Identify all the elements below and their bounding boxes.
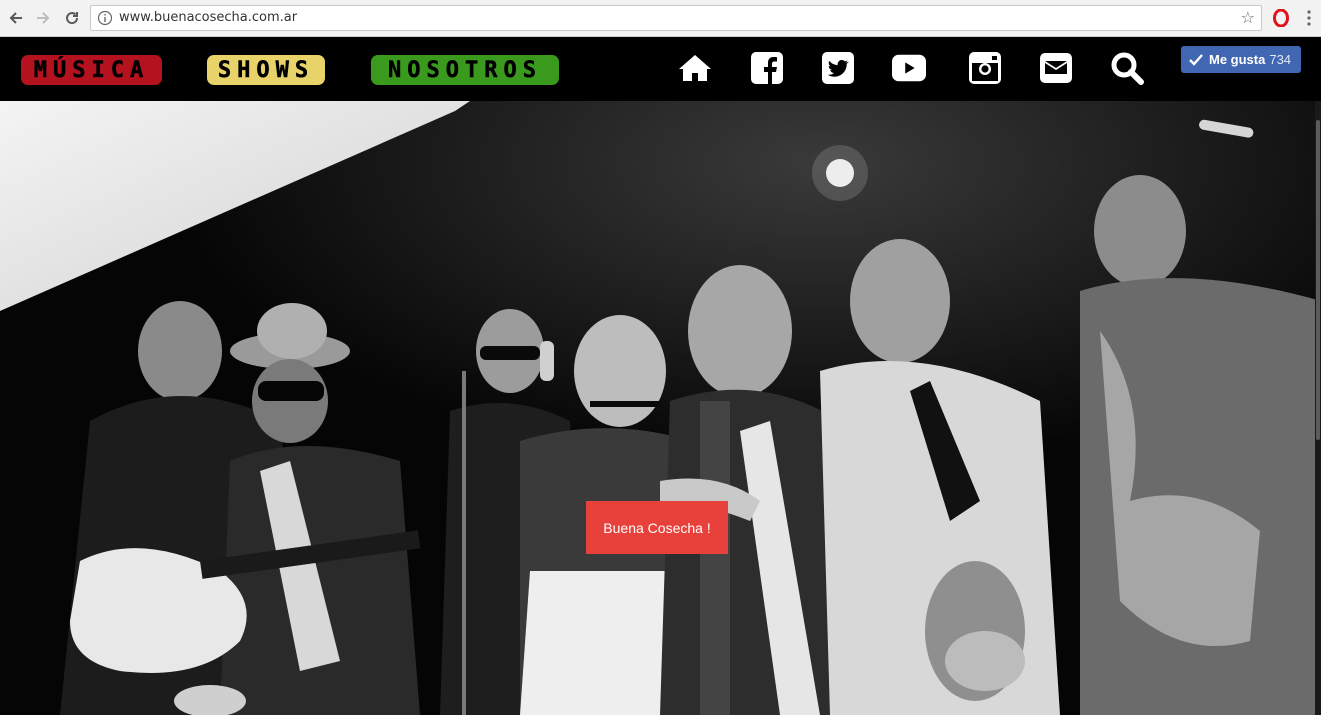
nav-nosotros[interactable]: NOSOTROS [371,55,559,85]
opera-icon[interactable] [1272,9,1290,27]
youtube-link[interactable] [892,51,926,85]
twitter-link[interactable] [821,51,855,85]
site-header: MÚSICA SHOWS NOSOTROS Me gusta 734 [0,37,1321,101]
instagram-link[interactable] [968,51,1002,85]
search-icon [1111,52,1144,85]
like-count: 734 [1269,52,1292,67]
mail-icon [1040,53,1072,83]
scrollbar-thumb[interactable] [1316,120,1320,440]
nav-shows[interactable]: SHOWS [207,55,325,85]
buena-cosecha-button[interactable]: Buena Cosecha ! [586,501,728,554]
nav-musica[interactable]: MÚSICA [21,55,162,85]
youtube-icon [892,54,926,82]
arrow-right-icon [37,12,50,24]
checkmark-icon [1189,53,1203,66]
mail-link[interactable] [1039,51,1073,85]
browser-toolbar: www.buenacosecha.com.ar ☆ [0,0,1321,37]
like-label: Me gusta [1209,52,1266,67]
info-icon[interactable] [97,10,113,26]
hero-band-photo: Buena Cosecha ! [0,101,1321,715]
url-text[interactable]: www.buenacosecha.com.ar [119,10,297,25]
home-link[interactable] [678,51,712,85]
search-link[interactable] [1110,51,1144,85]
twitter-icon [822,52,854,84]
arrow-left-icon [9,12,22,24]
instagram-icon [969,52,1001,84]
home-icon [679,55,711,81]
reload-icon [66,12,79,25]
band-photo [0,101,1321,715]
kebab-menu-icon[interactable] [1306,10,1312,26]
back-button[interactable] [7,9,25,27]
facebook-like-button[interactable]: Me gusta 734 [1181,46,1301,73]
reload-button[interactable] [63,9,81,27]
forward-button[interactable] [34,9,52,27]
facebook-link[interactable] [750,51,784,85]
star-icon[interactable]: ☆ [1241,8,1255,27]
facebook-icon [751,52,783,84]
address-bar[interactable]: www.buenacosecha.com.ar ☆ [90,5,1262,31]
